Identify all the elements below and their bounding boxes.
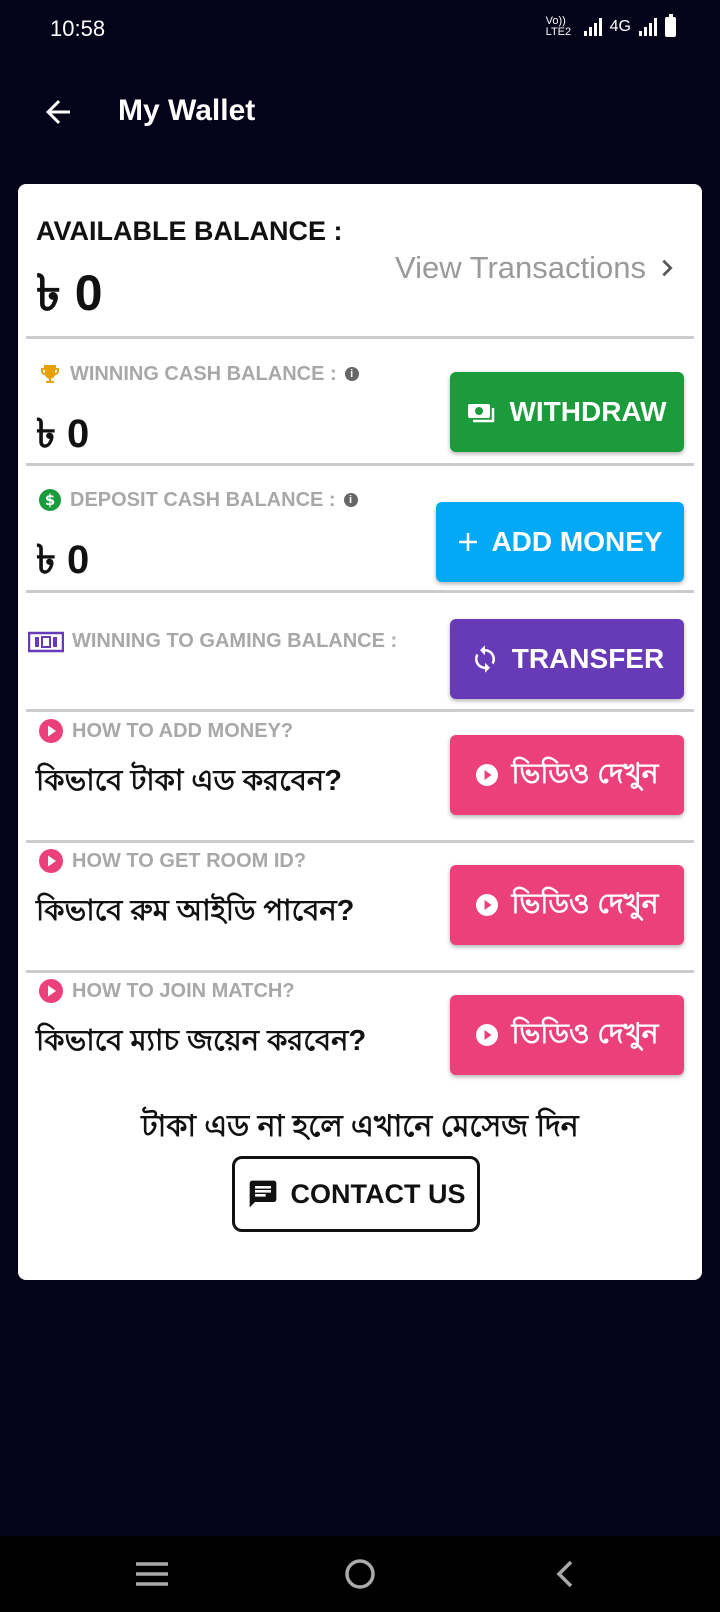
tutorial-join-match-label: HOW TO JOIN MATCH? — [72, 979, 295, 1002]
signal-icon-2 — [639, 18, 657, 36]
winning-cash-label: WINNING CASH BALANCE : — [70, 362, 337, 385]
transfer-label: WINNING TO GAMING BALANCE : — [72, 630, 398, 652]
info-icon[interactable]: i — [343, 493, 358, 507]
play-circle-icon — [476, 1024, 499, 1046]
add-money-label: ADD MONEY — [491, 526, 663, 557]
recent-apps-icon[interactable] — [132, 1554, 172, 1594]
status-bar: 10:58 Vo)) LTE2 4G — [0, 0, 720, 60]
winning-cash-label-row: WINNING CASH BALANCE : i — [38, 362, 359, 386]
divider — [26, 336, 694, 339]
dollar-icon: $ — [39, 489, 61, 511]
deposit-cash-label: DEPOSIT CASH BALANCE : — [70, 488, 336, 511]
back-nav-icon[interactable] — [546, 1554, 586, 1594]
app-bar: My Wallet — [0, 70, 720, 154]
transfer-button-label: TRANSFER — [511, 643, 665, 674]
view-transactions-link[interactable]: View Transactions — [395, 250, 678, 286]
available-balance-amount: ৳ 0 — [36, 265, 103, 321]
chat-icon — [249, 1180, 276, 1208]
play-circle-icon — [39, 979, 63, 1003]
page-title: My Wallet — [118, 94, 256, 127]
network-label: 4G — [609, 18, 631, 35]
tutorial-join-match-bn: কিভাবে ম্যাচ জয়েন করবেন? — [36, 1025, 367, 1057]
back-arrow-icon[interactable] — [40, 94, 76, 130]
tutorial-room-id-bn: কিভাবে রুম আইডি পাবেন? — [36, 895, 355, 927]
svg-text:$: $ — [45, 491, 55, 509]
tutorial-add-money-label: HOW TO ADD MONEY? — [72, 719, 294, 742]
play-circle-icon — [476, 894, 499, 916]
video-button-add-money[interactable]: ভিডিও দেখুন — [450, 735, 684, 815]
divider — [26, 970, 694, 973]
tutorial-label-row: HOW TO ADD MONEY? — [38, 718, 293, 744]
plus-icon — [459, 533, 478, 551]
video-button-room-id[interactable]: ভিডিও দেখুন — [450, 865, 684, 945]
view-transactions-label: View Transactions — [395, 250, 646, 285]
contact-us-label: CONTACT US — [290, 1178, 466, 1209]
deposit-cash-label-row: $ DEPOSIT CASH BALANCE : i — [38, 488, 358, 512]
withdraw-label: WITHDRAW — [509, 396, 667, 427]
divider — [26, 590, 694, 593]
tutorial-add-money-bn: কিভাবে টাকা এড করবেন? — [36, 765, 342, 797]
system-nav-bar — [0, 1536, 720, 1612]
home-icon[interactable] — [340, 1554, 380, 1594]
lte-label: Vo)) LTE2 — [545, 15, 572, 38]
transfer-label-row: WINNING TO GAMING BALANCE : — [28, 630, 397, 653]
tutorial-room-id-label: HOW TO GET ROOM ID? — [72, 849, 307, 872]
video-button-label: ভিডিও দেখুন — [511, 1017, 659, 1049]
cash-icon — [468, 404, 495, 423]
play-circle-icon — [476, 764, 499, 786]
info-icon[interactable]: i — [344, 367, 359, 381]
signal-icon — [583, 18, 602, 36]
tutorial-label-row: HOW TO JOIN MATCH? — [38, 978, 295, 1004]
status-time: 10:58 — [50, 16, 106, 41]
wallet-card: AVAILABLE BALANCE : ৳ 0 View Transaction… — [18, 184, 702, 1280]
transfer-button[interactable]: TRANSFER — [450, 619, 684, 699]
add-money-button[interactable]: ADD MONEY — [436, 502, 684, 582]
money-bill-icon — [28, 631, 64, 652]
divider — [26, 709, 694, 712]
contact-us-button[interactable]: CONTACT US — [232, 1156, 480, 1232]
contact-message: টাকা এড না হলে এখানে মেসেজ দিন — [141, 1110, 579, 1143]
video-button-join-match[interactable]: ভিডিও দেখুন — [450, 995, 684, 1075]
available-balance-label: AVAILABLE BALANCE : — [36, 216, 343, 246]
chevron-right-icon — [662, 259, 673, 277]
play-circle-icon — [39, 849, 63, 873]
battery-icon — [665, 14, 676, 37]
divider — [26, 840, 694, 843]
status-icons: Vo)) LTE2 4G — [545, 14, 676, 38]
withdraw-button[interactable]: WITHDRAW — [450, 372, 684, 452]
tutorial-label-row: HOW TO GET ROOM ID? — [38, 848, 306, 874]
deposit-cash-amount: ৳ 0 — [36, 538, 90, 582]
sync-icon — [474, 645, 495, 673]
play-circle-icon — [39, 719, 63, 743]
video-button-label: ভিডিও দেখুন — [511, 757, 659, 789]
divider — [26, 463, 694, 466]
trophy-icon — [41, 365, 59, 383]
winning-cash-amount: ৳ 0 — [36, 412, 90, 456]
video-button-label: ভিডিও দেখুন — [511, 887, 659, 919]
